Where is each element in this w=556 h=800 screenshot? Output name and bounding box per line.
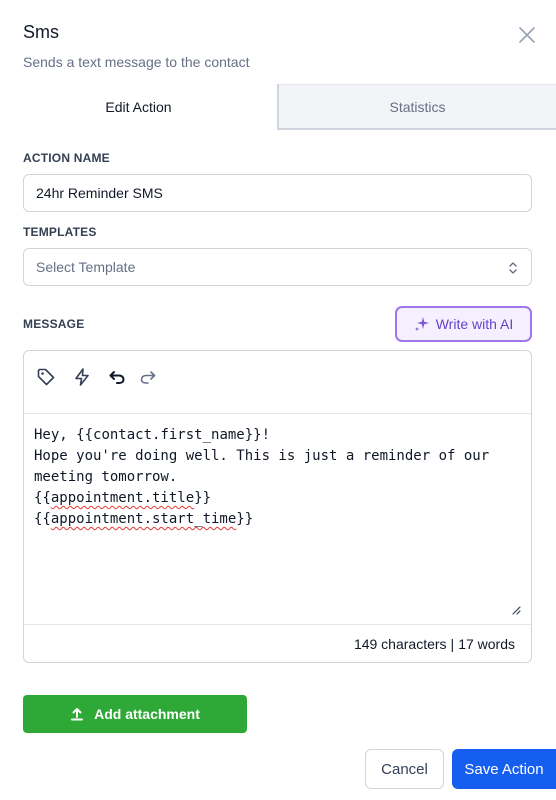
action-name-value: 24hr Reminder SMS (36, 185, 163, 201)
message-line-2: Hope you're doing well. This is just a r… (34, 448, 498, 485)
redo-icon[interactable] (138, 367, 158, 387)
message-text[interactable]: Hey, {{contact.first_name}}! Hope you're… (34, 425, 514, 530)
message-label: MESSAGE (23, 317, 85, 331)
message-editor[interactable]: Hey, {{contact.first_name}}! Hope you're… (23, 350, 532, 663)
message-line-4: {{appointment.start_time}} (34, 509, 514, 530)
close-icon[interactable] (516, 24, 538, 46)
message-line-1: Hey, {{contact.first_name}}! (34, 425, 514, 446)
template-placeholder: Select Template (36, 259, 136, 275)
add-attachment-button[interactable]: Add attachment (23, 695, 247, 733)
word-count: 17 words (458, 636, 515, 652)
message-counter: 149 characters | 17 words (24, 624, 531, 663)
write-with-ai-button[interactable]: Write with AI (395, 306, 532, 342)
counter-separator: | (450, 636, 455, 652)
bolt-icon[interactable] (72, 367, 92, 387)
chevron-updown-icon (509, 262, 517, 274)
upload-icon (71, 708, 84, 721)
undo-icon[interactable] (107, 367, 127, 387)
cancel-button[interactable]: Cancel (365, 749, 444, 789)
action-name-label: ACTION NAME (23, 151, 110, 165)
tab-edit-action[interactable]: Edit Action (0, 84, 279, 130)
line-3-open: {{ (34, 490, 51, 506)
tab-statistics[interactable]: Statistics (279, 84, 556, 130)
resize-handle-icon[interactable] (511, 605, 521, 615)
message-line-1-suffix: ! (261, 427, 271, 443)
message-line-3: {{appointment.title}} (34, 488, 514, 509)
appointment-start-time-var: appointment.start_time (50, 511, 237, 527)
editor-toolbar (24, 351, 531, 414)
sparkle-icon (414, 317, 429, 331)
line-4-open: {{ (34, 511, 51, 527)
template-select[interactable]: Select Template (23, 248, 532, 286)
templates-label: TEMPLATES (23, 225, 97, 239)
write-with-ai-label: Write with AI (435, 316, 514, 332)
message-line-1-prefix: Hey, (34, 427, 77, 443)
save-action-button[interactable]: Save Action (452, 749, 556, 789)
character-count: 149 characters (353, 636, 447, 652)
tab-bar: Edit Action Statistics (0, 84, 556, 130)
page-subtitle: Sends a text message to the contact (23, 54, 250, 70)
add-attachment-label: Add attachment (94, 706, 200, 722)
page-title: Sms (23, 22, 59, 42)
contact-first-name-var: {{contact.first_name}} (76, 427, 262, 443)
action-name-input[interactable]: 24hr Reminder SMS (23, 174, 532, 212)
appointment-title-var: appointment.title (50, 490, 195, 506)
tag-icon[interactable] (36, 367, 56, 387)
line-4-close: }} (236, 511, 254, 527)
line-3-close: }} (194, 490, 212, 506)
